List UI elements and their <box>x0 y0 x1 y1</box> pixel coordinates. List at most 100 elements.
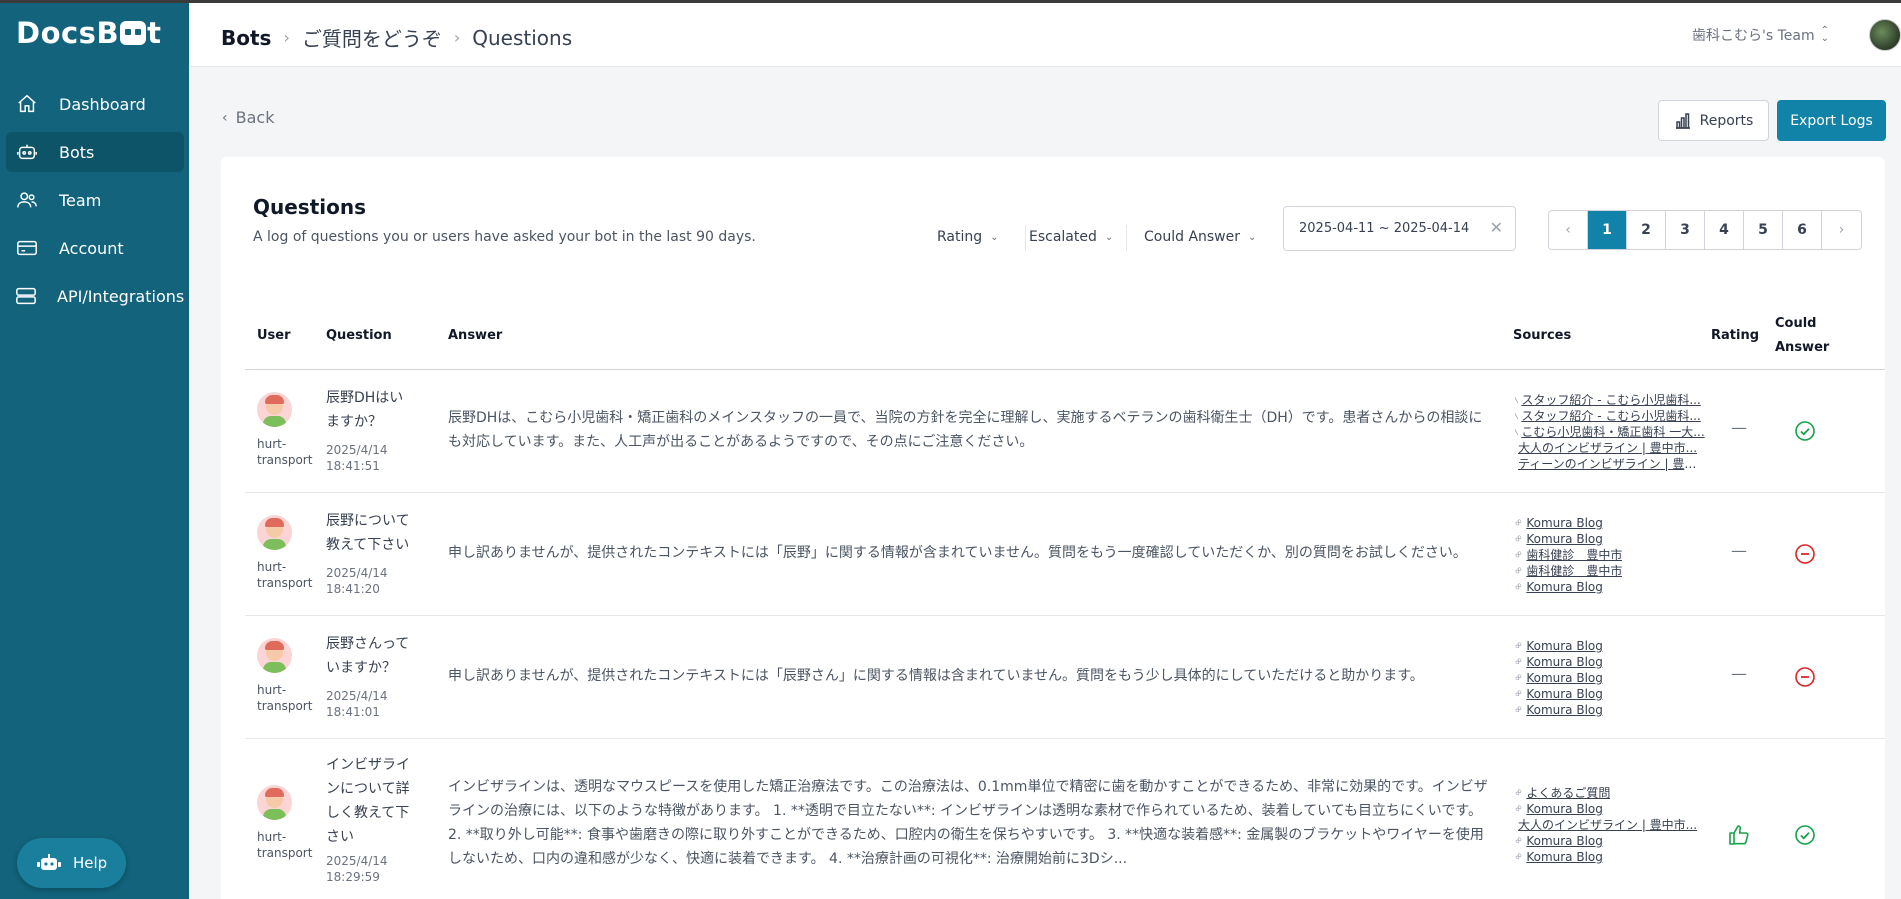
sidebar: Docs Bt Dashboard Bots Team Account API/I… <box>0 0 189 899</box>
source-link-text[interactable]: ティーンのインビザライン | 豊中... <box>1518 456 1705 472</box>
source-link: ∞ よくあるご質問 <box>1515 785 1705 801</box>
breadcrumb-bot-name[interactable]: ご質問をどうぞ <box>302 23 442 52</box>
source-link-text[interactable]: Komura Blog <box>1526 654 1603 670</box>
help-button[interactable]: Help <box>17 838 126 888</box>
home-icon <box>14 93 40 115</box>
thumbs-up-icon[interactable] <box>1727 823 1751 847</box>
back-link[interactable]: ‹ Back <box>222 108 274 127</box>
robot-help-icon <box>37 854 61 870</box>
user-avatar-icon <box>257 515 292 550</box>
source-link: ∞ Komura Blog <box>1515 801 1705 817</box>
team-switcher[interactable]: 歯科こむら's Team ⌃ ⌄ <box>1692 25 1829 45</box>
row-answer: 申し訳ありませんが、提供されたコンテキストには「辰野」に関する情報が含まれていま… <box>448 545 1467 561</box>
date-range-value: 2025-04-11 ~ 2025-04-14 <box>1299 221 1470 236</box>
filter-escalated[interactable]: Escalated ⌄ <box>1029 229 1113 245</box>
filter-could-answer[interactable]: Could Answer ⌄ <box>1144 229 1256 245</box>
chevron-down-icon: ⌄ <box>1248 231 1257 243</box>
robot-icon <box>14 141 40 163</box>
row-rating: — <box>1731 541 1747 560</box>
row-user: hurt-transport <box>257 683 313 713</box>
source-link: ∕ こむら小児歯科・矯正歯科 一大... <box>1515 424 1705 440</box>
page-button[interactable]: 1 <box>1588 211 1627 249</box>
bar-chart-icon <box>1675 112 1690 129</box>
row-question: インビザラインについて詳しく教えて下さい <box>326 757 410 845</box>
page-button[interactable]: 5 <box>1744 211 1783 249</box>
col-sources: Sources <box>1513 328 1572 343</box>
sidebar-item-dashboard[interactable]: Dashboard <box>6 84 184 124</box>
source-link-text[interactable]: Komura Blog <box>1526 801 1603 817</box>
row-question: 辰野さんっていますか？ <box>326 636 410 676</box>
source-link-text[interactable]: Komura Blog <box>1526 849 1603 865</box>
next-page-button[interactable]: › <box>1822 211 1861 249</box>
source-link-text[interactable]: スタッフ紹介 - こむら小児歯科... <box>1521 392 1700 408</box>
col-user: User <box>257 328 291 343</box>
source-link: ∞ Komura Blog <box>1515 531 1705 547</box>
close-icon[interactable]: ✕ <box>1490 218 1503 237</box>
pagination: ‹ 1 2 3 4 5 6 › <box>1548 210 1862 250</box>
source-link: ∕ スタッフ紹介 - こむら小児歯科... <box>1515 408 1705 424</box>
source-link-text[interactable]: こむら小児歯科・矯正歯科 一大... <box>1521 424 1704 440</box>
chevron-up-down-icon: ⌃ ⌄ <box>1820 25 1829 44</box>
chevron-down-icon: ⌄ <box>1104 231 1114 243</box>
sidebar-item-label: API/Integrations <box>57 286 185 306</box>
team-name: 歯科こむら's Team <box>1692 28 1815 44</box>
prev-page-button[interactable]: ‹ <box>1549 211 1588 249</box>
sidebar-item-bots[interactable]: Bots <box>6 132 184 172</box>
server-icon <box>14 285 38 307</box>
top-header: Bots › ご質問をどうぞ › Questions 歯科こむら's Team … <box>189 3 1901 67</box>
minus-circle-icon <box>1795 544 1815 564</box>
source-link-text[interactable]: よくあるご質問 <box>1526 785 1610 801</box>
logo-text-right: t <box>147 16 162 50</box>
card-subtitle: A log of questions you or users have ask… <box>253 229 756 245</box>
row-sources: ∞ Komura Blog ∞ Komura Blog ∞ 歯科健診 豊中市 ∞ 歯科健… <box>1515 515 1705 595</box>
questions-card: Questions A log of questions you or user… <box>221 157 1885 899</box>
source-link-text[interactable]: 大人のインビザライン | 豊中市... <box>1518 817 1697 833</box>
source-link-text[interactable]: 歯科健診 豊中市 <box>1526 563 1622 579</box>
source-link: ティーンのインビザライン | 豊中... <box>1515 456 1705 472</box>
table-row[interactable]: hurt-transport 辰野について教えて下さい 2025/4/14 18… <box>245 493 1885 616</box>
row-question: 辰野DHはいますか？ <box>326 390 404 430</box>
table-row[interactable]: hurt-transport 辰野さんっていますか？ 2025/4/14 18:… <box>245 616 1885 739</box>
page-button[interactable]: 2 <box>1627 211 1666 249</box>
table-row[interactable]: hurt-transport インビザラインについて詳しく教えて下さい 2025… <box>245 739 1885 899</box>
source-link-text[interactable]: スタッフ紹介 - こむら小児歯科... <box>1521 408 1700 424</box>
source-link-text[interactable]: Komura Blog <box>1526 833 1603 849</box>
source-link: ∞ Komura Blog <box>1515 638 1705 654</box>
sidebar-item-api-integrations[interactable]: API/Integrations <box>6 276 184 316</box>
row-sources: ∕ スタッフ紹介 - こむら小児歯科... ∕ スタッフ紹介 - こむら小児歯科..… <box>1515 392 1705 472</box>
source-link-text[interactable]: Komura Blog <box>1526 638 1603 654</box>
row-answer: 辰野DHは、こむら小児歯科・矯正歯科のメインスタッフの一員で、当院の方針を完全に… <box>448 410 1483 450</box>
source-link-text[interactable]: 歯科健診 豊中市 <box>1526 547 1622 563</box>
export-logs-button[interactable]: Export Logs <box>1777 100 1886 141</box>
col-could-answer: Could Answer <box>1775 316 1830 355</box>
sidebar-item-label: Dashboard <box>59 94 146 114</box>
source-link: ∞ 歯科健診 豊中市 <box>1515 563 1705 579</box>
filter-rating[interactable]: Rating ⌄ <box>937 229 999 245</box>
source-link-text[interactable]: Komura Blog <box>1526 579 1603 595</box>
row-sources: ∞ Komura Blog ∞ Komura Blog ∞ Komura Blog ∞… <box>1515 638 1705 718</box>
breadcrumb-bots[interactable]: Bots <box>221 26 271 50</box>
page-button[interactable]: 6 <box>1783 211 1822 249</box>
sidebar-item-team[interactable]: Team <box>6 180 184 220</box>
row-answer: 申し訳ありませんが、提供されたコンテキストには「辰野さん」に関する情報は含まれて… <box>448 668 1424 684</box>
docsbot-logo[interactable]: Docs Bt <box>16 16 161 50</box>
source-link-text[interactable]: Komura Blog <box>1526 515 1603 531</box>
date-range-picker[interactable]: 2025-04-11 ~ 2025-04-14 ✕ <box>1283 206 1516 251</box>
reports-button[interactable]: Reports <box>1658 100 1769 141</box>
source-link-text[interactable]: Komura Blog <box>1526 686 1603 702</box>
source-link-text[interactable]: Komura Blog <box>1526 670 1603 686</box>
source-link-text[interactable]: Komura Blog <box>1526 531 1603 547</box>
sidebar-item-label: Account <box>59 238 124 258</box>
page-button[interactable]: 3 <box>1666 211 1705 249</box>
source-link-text[interactable]: Komura Blog <box>1526 702 1603 718</box>
table-row[interactable]: hurt-transport 辰野DHはいますか？ 2025/4/14 18:4… <box>245 370 1885 493</box>
row-user: hurt-transport <box>257 560 313 590</box>
breadcrumb: Bots › ご質問をどうぞ › Questions <box>221 23 572 52</box>
credit-card-icon <box>14 237 40 259</box>
source-link-text[interactable]: 大人のインビザライン | 豊中市... <box>1518 440 1697 456</box>
page-button[interactable]: 4 <box>1705 211 1744 249</box>
sidebar-item-account[interactable]: Account <box>6 228 184 268</box>
minus-circle-icon <box>1795 667 1815 687</box>
user-avatar[interactable] <box>1869 19 1901 51</box>
check-circle-icon <box>1795 825 1815 845</box>
